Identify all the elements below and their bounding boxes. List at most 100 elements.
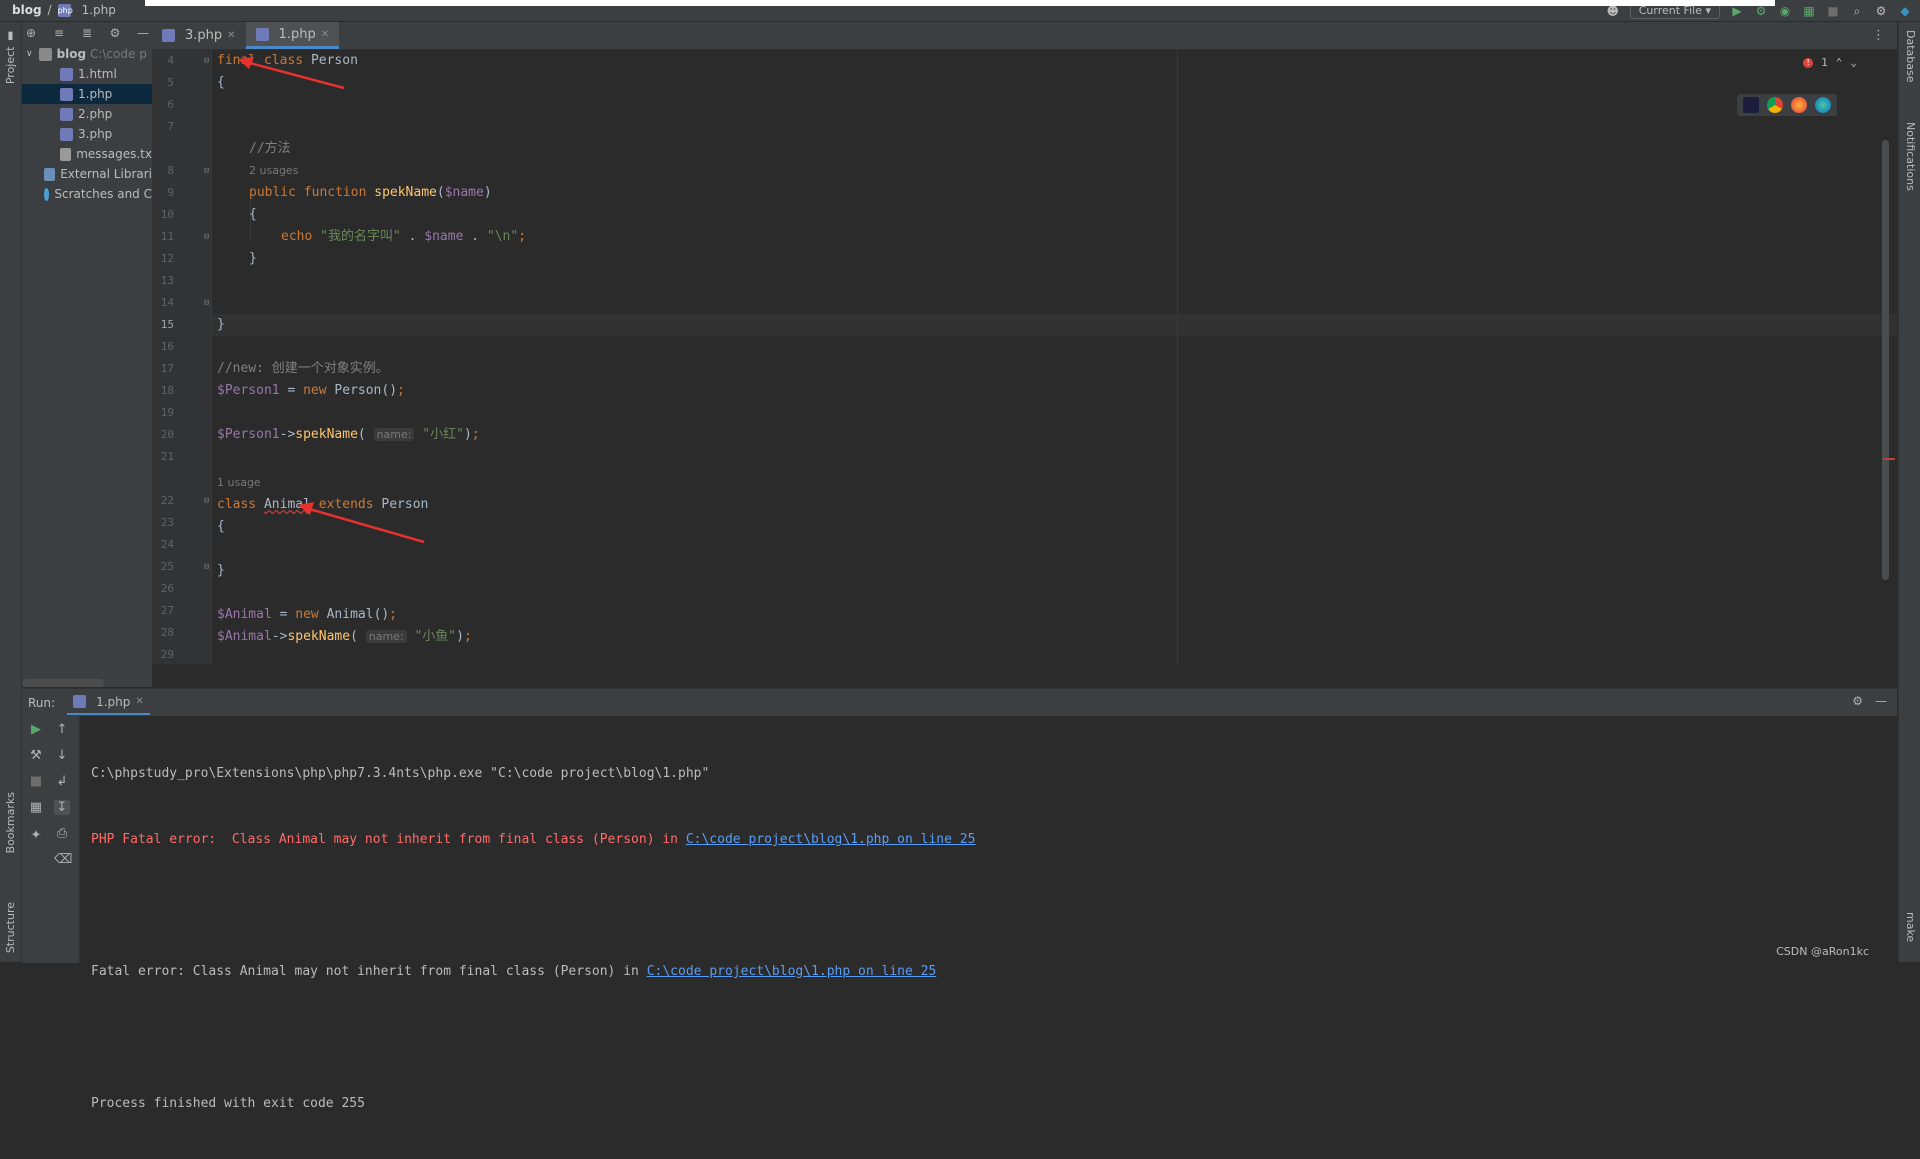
project-toolbar: ⊕ ≡ ≣ ⚙ — xyxy=(22,22,152,44)
search-icon[interactable]: ⌕ xyxy=(1850,4,1864,18)
code-editor[interactable]: final class Person { //方法 2 usages publi… xyxy=(212,50,1897,664)
error-highlight[interactable]: Animal xyxy=(264,497,311,512)
arrow-up-icon[interactable]: ↑ xyxy=(54,722,70,737)
fold-icon[interactable]: ⊟ xyxy=(204,56,209,66)
php-file-icon xyxy=(255,27,269,41)
php-file-icon xyxy=(73,695,87,708)
line-number: 14 xyxy=(160,296,174,309)
more-tabs-icon[interactable]: ⋮ xyxy=(1872,28,1885,43)
run-tab-1-php[interactable]: 1.php ✕ xyxy=(67,691,150,715)
rerun-icon[interactable]: ▶ xyxy=(28,722,44,737)
fold-icon[interactable]: ⊟ xyxy=(204,298,209,308)
pin-icon[interactable]: ✦ xyxy=(28,828,44,843)
code-line-27: $Animal = new Animal(); xyxy=(217,607,398,622)
soft-wrap-icon[interactable]: ↲ xyxy=(54,774,70,789)
run-panel-header: Run: 1.php ✕ ⚙ — xyxy=(22,689,1897,716)
tree-path: C:\code p xyxy=(89,47,147,61)
breadcrumb-project[interactable]: blog xyxy=(12,3,42,17)
coverage-icon[interactable]: ◉ xyxy=(1778,4,1792,18)
stop-icon[interactable]: ■ xyxy=(1826,4,1840,18)
fold-icon[interactable]: ⊟ xyxy=(204,562,209,572)
code-line-4: final class Person xyxy=(217,53,358,68)
run-toolbar: ▶ ↑ ⚒ ↓ ■ ↲ ▦ ↧ ✦ ⎙ ⌫ xyxy=(22,716,80,963)
scroll-to-end-icon[interactable]: ↧ xyxy=(54,800,70,815)
code-line-17: $Person1 = new Person(); xyxy=(217,383,405,398)
tree-item-external-libraries[interactable]: External Librari xyxy=(22,164,152,184)
chevron-down-icon[interactable]: ⌄ xyxy=(1850,56,1857,69)
editor-vertical-scrollbar[interactable] xyxy=(1882,140,1889,580)
close-icon[interactable]: ✕ xyxy=(321,29,329,40)
line-number: 19 xyxy=(160,406,174,419)
breadcrumb-file[interactable]: 1.php xyxy=(82,3,116,17)
fold-icon[interactable]: ⊟ xyxy=(204,232,209,242)
database-label: Database xyxy=(1904,30,1917,83)
close-icon[interactable]: ✕ xyxy=(227,30,235,41)
bookmarks-tool-tab[interactable]: Bookmarks xyxy=(4,792,17,853)
editor-tab-bar: 3.php ✕ 1.php ✕ ⋮ xyxy=(152,22,1897,50)
line-number: 21 xyxy=(160,450,174,463)
print-icon[interactable]: ⎙ xyxy=(54,826,70,841)
arrow-down-icon[interactable]: ↓ xyxy=(54,748,70,763)
console-blank xyxy=(91,1027,975,1049)
line-number: 7 xyxy=(167,120,174,133)
settings-gear-icon[interactable]: ⚙ xyxy=(1874,4,1888,18)
line-number: 22 xyxy=(160,494,174,507)
usages-hint[interactable]: 2 usages xyxy=(249,164,298,177)
tree-item-scratches[interactable]: Scratches and C xyxy=(22,184,152,204)
wrench-icon[interactable]: ⚒ xyxy=(28,748,44,763)
gear-icon[interactable]: ⚙ xyxy=(108,26,122,40)
notifications-tool-tab[interactable]: Notifications xyxy=(1904,122,1917,191)
expand-all-icon[interactable]: ≡ xyxy=(52,26,66,40)
structure-tool-tab[interactable]: Structure xyxy=(4,902,17,953)
project-tool-tab[interactable]: Project ▮ xyxy=(4,30,17,84)
gear-icon[interactable]: ⚙ xyxy=(1852,694,1863,708)
error-stripe-marker[interactable] xyxy=(1883,458,1895,460)
locate-icon[interactable]: ⊕ xyxy=(24,26,38,40)
console-output[interactable]: C:\phpstudy_pro\Extensions\php\php7.3.4n… xyxy=(91,719,975,1159)
close-icon[interactable]: ✕ xyxy=(135,696,143,707)
tree-item-1-php[interactable]: 1.php xyxy=(22,84,152,104)
console-file-link[interactable]: C:\code project\blog\1.php on line 25 xyxy=(686,832,976,847)
text-file-icon xyxy=(60,147,72,161)
tab-3-php[interactable]: 3.php ✕ xyxy=(152,22,246,49)
layout-icon[interactable]: ▦ xyxy=(28,800,44,815)
firefox-icon[interactable] xyxy=(1791,97,1807,113)
structure-label: Structure xyxy=(4,902,17,954)
right-margin-guide xyxy=(1177,50,1178,664)
project-horizontal-scrollbar[interactable] xyxy=(22,679,104,687)
console-file-link[interactable]: C:\code project\blog\1.php on line 25 xyxy=(647,964,937,979)
tab-1-php[interactable]: 1.php ✕ xyxy=(245,22,340,49)
collapse-all-icon[interactable]: ≣ xyxy=(80,26,94,40)
chrome-icon[interactable] xyxy=(1767,97,1783,113)
phpstorm-browser-icon[interactable] xyxy=(1743,97,1759,113)
tree-item-2-php[interactable]: 2.php xyxy=(22,104,152,124)
edge-icon[interactable] xyxy=(1815,97,1831,113)
chevron-up-icon[interactable]: ⌃ xyxy=(1836,56,1843,69)
project-tool-label: Project xyxy=(4,46,17,85)
php-file-icon xyxy=(162,29,175,42)
fold-icon[interactable]: ⊟ xyxy=(204,496,209,506)
fold-icon[interactable]: ⊟ xyxy=(204,166,209,176)
inspection-status[interactable]: ! 1 ⌃ ⌄ xyxy=(1803,56,1857,69)
tree-label: messages.tx xyxy=(76,147,152,161)
ide-logo-icon[interactable]: ◆ xyxy=(1898,4,1912,18)
database-tool-tab[interactable]: Database xyxy=(1904,30,1917,83)
usages-hint[interactable]: 1 usage xyxy=(217,476,261,489)
notifications-label: Notifications xyxy=(1904,122,1917,191)
stop-icon[interactable]: ■ xyxy=(28,774,44,789)
php-file-icon xyxy=(60,127,73,141)
tree-item-messages[interactable]: messages.tx xyxy=(22,144,152,164)
hide-icon[interactable]: — xyxy=(136,26,150,40)
trash-icon[interactable]: ⌫ xyxy=(54,852,72,867)
tree-item-1-html[interactable]: 1.html xyxy=(22,64,152,84)
line-number: 16 xyxy=(160,340,174,353)
run-label: Run: xyxy=(28,695,56,710)
tree-item-blog[interactable]: ∨ blog C:\code p xyxy=(22,44,152,64)
make-tool-tab[interactable]: make xyxy=(1904,912,1917,942)
tree-item-3-php[interactable]: 3.php xyxy=(22,124,152,144)
profile-icon[interactable]: ▦ xyxy=(1802,4,1816,18)
code-line-28: $Animal->spekName( name: "小鱼"); xyxy=(217,629,472,644)
hide-icon[interactable]: — xyxy=(1875,694,1887,708)
line-number: 8 xyxy=(167,164,174,177)
chevron-down-icon[interactable]: ∨ xyxy=(26,49,33,59)
